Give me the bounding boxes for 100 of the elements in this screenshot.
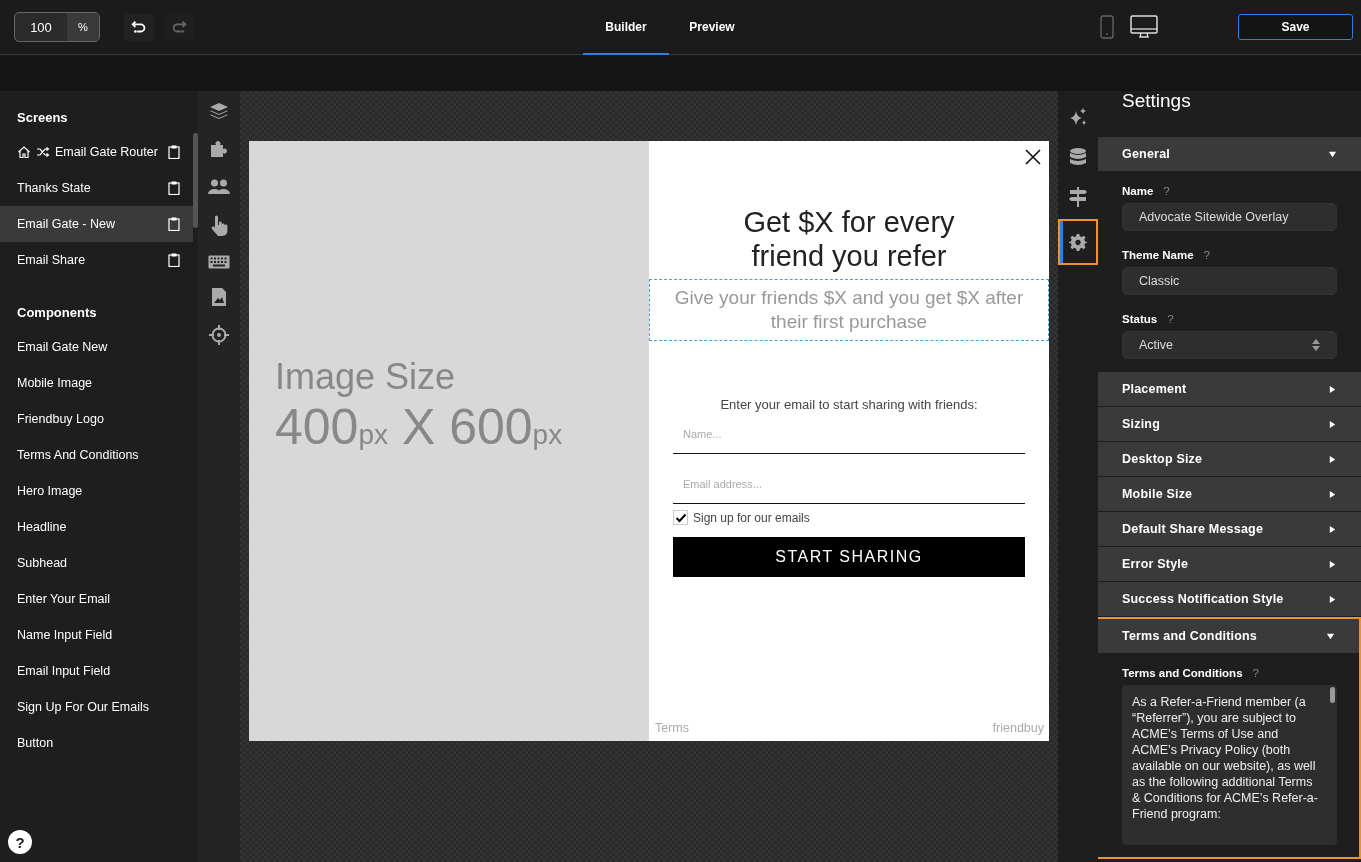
field-label: Theme Name — [1122, 249, 1194, 261]
item-label: Email Gate Router — [55, 145, 159, 159]
item-label: Button — [17, 736, 55, 750]
caret-icon — [1328, 419, 1337, 429]
users-icon[interactable] — [208, 177, 230, 197]
item-label: Mobile Image — [17, 376, 94, 390]
caret-icon — [1328, 524, 1337, 534]
clipboard-icon[interactable] — [168, 145, 180, 159]
image-size-value: 400px X 600px — [275, 398, 564, 456]
section-title: Components — [16, 304, 98, 322]
item-label: Name Input Field — [17, 628, 114, 642]
phone-icon[interactable] — [1100, 15, 1114, 39]
item-label: Hero Image — [17, 484, 84, 498]
clipboard-icon[interactable] — [168, 181, 180, 195]
section-header[interactable]: Mobile Size — [1098, 477, 1361, 511]
item-label: Sign Up For Our Emails — [17, 700, 150, 714]
gear-icon[interactable] — [1058, 219, 1098, 265]
crosshair-icon[interactable] — [209, 325, 229, 345]
shuffle-icon — [36, 145, 50, 159]
sidebar-item[interactable]: Subhead — [0, 545, 193, 581]
sidebar-item[interactable]: Email Gate New — [0, 329, 193, 365]
undo-button[interactable] — [124, 13, 154, 41]
image-size-label: Image Size — [275, 356, 457, 398]
subhead: Give your friends $X and you get $X after their first purchase — [649, 279, 1049, 341]
section-header[interactable]: General — [1098, 137, 1361, 171]
caret-icon — [1328, 594, 1337, 604]
section-header[interactable]: Terms and Conditions — [1098, 619, 1359, 653]
help-icon[interactable]: ? — [1167, 313, 1174, 325]
sidebar-item[interactable]: Email Gate - New — [0, 206, 193, 242]
sidebar-item[interactable]: Email Gate Router — [0, 134, 193, 170]
sidebar-item[interactable]: Email Input Field — [0, 653, 193, 689]
item-label: Thanks State — [17, 181, 92, 195]
item-label: Friendbuy Logo — [17, 412, 105, 426]
brand-label: friendbuy — [992, 721, 1044, 735]
layers-icon[interactable] — [209, 101, 229, 121]
panel-title: Settings — [1121, 91, 1192, 113]
pointer-hand-icon[interactable] — [209, 215, 229, 237]
zoom-field[interactable]: 100 % — [14, 12, 100, 42]
section-header[interactable]: Placement — [1098, 372, 1361, 406]
section-header[interactable]: Success Notification Style — [1098, 582, 1361, 616]
section-header[interactable]: Default Share Message — [1098, 512, 1361, 546]
caret-icon — [1328, 149, 1337, 159]
tab[interactable]: Preview — [669, 0, 755, 55]
text-field[interactable]: Classic — [1122, 267, 1337, 295]
sidebar-item[interactable]: Mobile Image — [0, 365, 193, 401]
clipboard-icon[interactable] — [168, 217, 180, 231]
caret-icon — [1328, 489, 1337, 499]
help-icon[interactable]: ? — [1163, 185, 1170, 197]
checkbox[interactable] — [673, 510, 688, 525]
terms-textarea[interactable]: As a Refer-a-Friend member (a “Referrer”), you are subject to ACME’s Terms of Use and ACME’s Privacy Policy (both available on our website), as well as the following additional Terms & Conditions for ACME’s Refer-a-Friend program: — [1122, 685, 1337, 845]
item-label: Enter Your Email — [17, 592, 112, 606]
caret-icon — [1328, 454, 1337, 464]
help-icon[interactable]: ? — [1203, 249, 1210, 261]
caret-icon — [1328, 384, 1337, 394]
puzzle-icon[interactable] — [209, 139, 229, 159]
text-field[interactable]: Advocate Sitewide Overlay — [1122, 203, 1337, 231]
sidebar-item[interactable]: Friendbuy Logo — [0, 401, 193, 437]
sidebar-item[interactable]: Button — [0, 725, 193, 761]
item-label: Subhead — [17, 556, 69, 570]
caret-icon — [1326, 631, 1335, 641]
unit-label: % — [67, 13, 99, 41]
field-label: Terms and Conditions — [1122, 667, 1243, 679]
caret-icon — [1328, 559, 1337, 569]
sidebar-item[interactable]: Hero Image — [0, 473, 193, 509]
item-label: Email Share — [17, 253, 87, 267]
keyboard-icon[interactable] — [208, 255, 230, 269]
status-dropdown[interactable]: Active — [1122, 331, 1337, 359]
headline: Get $X for every friend you refer — [742, 205, 956, 273]
sidebar-item[interactable]: Sign Up For Our Emails — [0, 689, 193, 725]
prompt-text: Enter your email to start sharing with friends: — [720, 397, 978, 412]
field-label: Status — [1122, 313, 1158, 325]
close-icon[interactable] — [1025, 149, 1041, 165]
save-button[interactable]: Save — [1238, 14, 1353, 40]
desktop-icon[interactable] — [1130, 15, 1158, 39]
sort-arrows-icon — [1312, 339, 1320, 351]
sidebar-item[interactable]: Thanks State — [0, 170, 193, 206]
section-header[interactable]: Error Style — [1098, 547, 1361, 581]
sidebar-item[interactable]: Name Input Field — [0, 617, 193, 653]
image-file-icon[interactable] — [211, 287, 227, 307]
redo-icon — [170, 18, 188, 36]
sidebar-item[interactable]: Email Share — [0, 242, 193, 278]
help-button[interactable]: ? — [8, 830, 32, 854]
clipboard-icon[interactable] — [168, 253, 180, 267]
start-sharing-button[interactable]: START SHARING — [673, 537, 1025, 577]
help-icon[interactable]: ? — [1252, 667, 1259, 679]
section-title: Screens — [16, 109, 69, 127]
item-label: Terms And Conditions — [17, 448, 140, 462]
field-label: Name — [1122, 185, 1154, 197]
checkbox-label: Sign up for our emails — [693, 510, 810, 525]
sidebar-item[interactable]: Headline — [0, 509, 193, 545]
section-header[interactable]: Sizing — [1098, 407, 1361, 441]
undo-icon — [130, 18, 148, 36]
sidebar-item[interactable]: Terms And Conditions — [0, 437, 193, 473]
home-icon — [17, 145, 31, 159]
item-label: Email Gate - New — [17, 217, 116, 231]
sidebar-item[interactable]: Enter Your Email — [0, 581, 193, 617]
item-label: Email Input Field — [17, 664, 112, 678]
item-label: Email Gate New — [17, 340, 109, 354]
item-label: Headline — [17, 520, 68, 534]
section-header[interactable]: Desktop Size — [1098, 442, 1361, 476]
